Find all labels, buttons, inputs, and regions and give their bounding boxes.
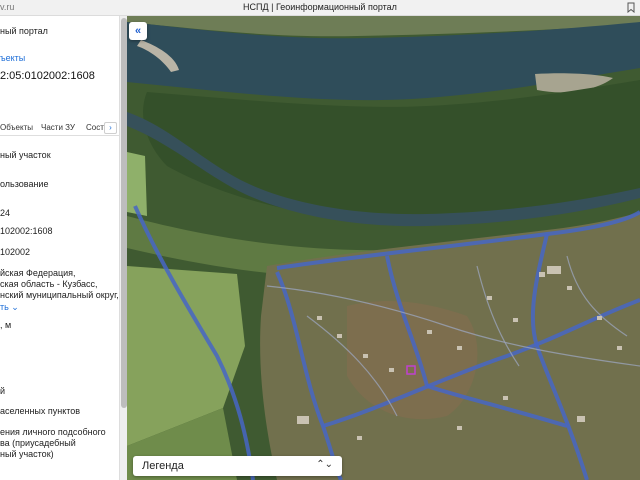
tab-objects[interactable]: Объекты (0, 123, 33, 132)
field-permitted-use-line3: ный участок) (0, 449, 54, 459)
field-address-line2: ская область - Кузбасс, (0, 279, 98, 289)
bookmark-icon[interactable] (626, 2, 636, 13)
window-title: НСПД | Геоинформационный портал (243, 2, 397, 12)
field-land-category: аселенных пунктов (0, 406, 81, 416)
objects-link[interactable]: ъекты (0, 53, 25, 64)
field-permitted-use-line1: ения личного подсобного (0, 427, 106, 437)
field-area: , м (0, 320, 12, 330)
portal-name: ный портал (0, 26, 48, 36)
legend-dropdown[interactable]: Легенда ⌃⌄ (133, 456, 342, 476)
field-usage: ользование (0, 179, 49, 189)
tab-parts[interactable]: Части ЗУ (41, 123, 75, 132)
field-date: 24 (0, 208, 11, 218)
field-address-line1: йская Федерация, (0, 268, 76, 278)
field-category-short: й (0, 386, 6, 396)
field-object-type: ный участок (0, 150, 51, 160)
browser-titlebar: v.ru НСПД | Геоинформационный портал (0, 0, 640, 16)
updown-chevron-icon: ⌃⌄ (316, 459, 333, 470)
legend-label: Легенда (142, 460, 184, 472)
field-address-line3: нский муниципальный округ, (0, 290, 119, 300)
info-panel: ный портал ъекты 2:05:0102002:1608 Объек… (0, 16, 120, 480)
satellite-map[interactable]: « Легенда ⌃⌄ (127, 16, 640, 480)
field-permitted-use-line2: ва (приусадебный (0, 438, 76, 448)
panel-scrollbar[interactable] (119, 16, 127, 480)
collapse-panel-button[interactable]: « (129, 22, 147, 40)
tab-next-button[interactable]: › (104, 122, 117, 134)
cadastral-number: 2:05:0102002:1608 (0, 70, 95, 82)
field-quarter: 102002 (0, 247, 31, 257)
field-cadastral-number: 102002:1608 (0, 226, 53, 236)
show-more-link[interactable]: ть ⌄ (0, 302, 19, 313)
map-imagery[interactable] (127, 16, 640, 480)
tab-bar: Объекты Части ЗУ Состо › (0, 120, 120, 136)
